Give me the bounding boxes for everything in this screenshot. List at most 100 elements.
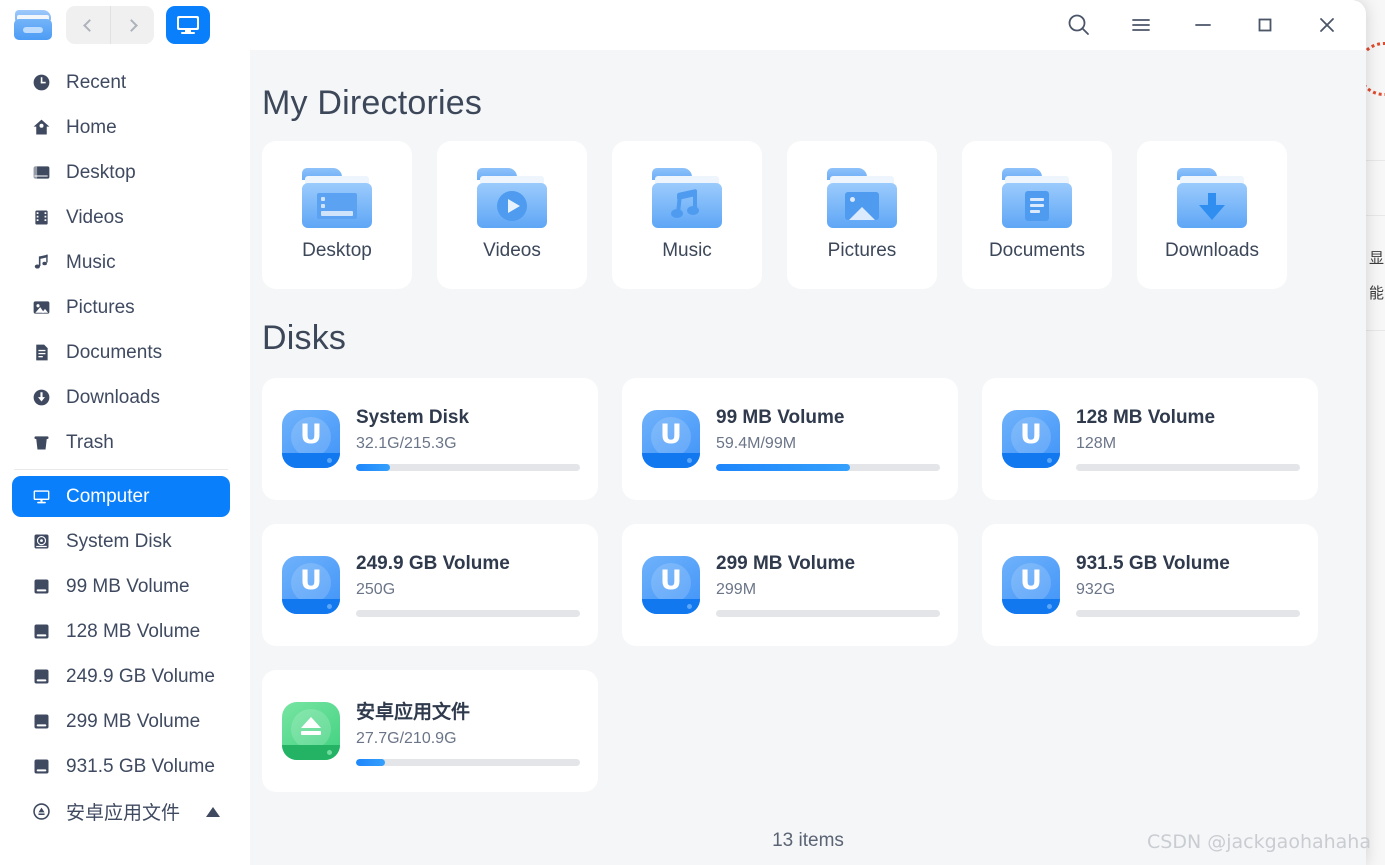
sidebar-item-label: Music [66, 251, 116, 273]
disk-size: 27.7G/210.9G [356, 729, 457, 747]
directory-card-pictures[interactable]: Pictures [787, 141, 937, 289]
navigation-buttons [66, 6, 154, 44]
disk-card[interactable]: 安卓应用文件 27.7G/210.9G [262, 670, 598, 792]
folder-app-icon [12, 8, 54, 42]
directory-card-documents[interactable]: Documents [962, 141, 1112, 289]
drive-icon [30, 756, 52, 777]
eject-icon[interactable] [206, 806, 220, 817]
play-glyph [497, 190, 527, 221]
folder-videos-icon [475, 168, 549, 230]
sidebar-item-128-mb-volume[interactable]: 128 MB Volume [12, 611, 230, 652]
breadcrumb-computer-button[interactable] [166, 6, 210, 44]
folder-desktop-icon [300, 168, 374, 230]
directories-grid: Desktop Videos Music Pictures Documents Downl… [262, 141, 1366, 289]
disk-size: 59.4M/99M [716, 435, 797, 452]
folder-documents-icon [1000, 168, 1074, 230]
disk-info: System Disk 32.1G/215.3G [356, 407, 580, 471]
disk-card[interactable]: U 128 MB Volume 128M [982, 378, 1318, 500]
sidebar-item-99-mb-volume[interactable]: 99 MB Volume [12, 566, 230, 607]
disk-usage-bar [716, 610, 940, 617]
directories-section-title: My Directories [262, 84, 483, 122]
file-manager-window: Recent Home Desktop Videos Music Pictures Docu… [0, 0, 1366, 865]
disk-info: 128 MB Volume 128M [1076, 407, 1300, 471]
disk-info: 安卓应用文件 27.7G/210.9G [356, 697, 580, 766]
back-button[interactable] [66, 6, 110, 44]
drive-icon [30, 621, 52, 642]
maximize-button[interactable] [1234, 0, 1296, 50]
titlebar [0, 0, 1366, 50]
sidebar-item-label: Computer [66, 485, 150, 507]
disk-usage-bar [1076, 464, 1300, 471]
sidebar-item-documents[interactable]: Documents [12, 332, 230, 373]
sidebar-item-downloads[interactable]: Downloads [12, 377, 230, 418]
sidebar-item-recent[interactable]: Recent [12, 62, 230, 103]
close-icon [1320, 18, 1334, 32]
disks-section-title: Disks [262, 319, 347, 357]
disk-usage-bar [716, 464, 940, 471]
forward-button[interactable] [110, 6, 154, 44]
sidebar-item-[interactable]: 安卓应用文件 [12, 791, 230, 832]
disk-card[interactable]: U 931.5 GB Volume 932G [982, 524, 1318, 646]
sidebar-item-music[interactable]: Music [12, 242, 230, 283]
disk-card[interactable]: U 249.9 GB Volume 250G [262, 524, 598, 646]
uos-disk-icon: U [282, 410, 340, 468]
disk-size: 299M [716, 581, 757, 598]
sidebar-item-931-5-gb-volume[interactable]: 931.5 GB Volume [12, 746, 230, 787]
disk-name: 299 MB Volume [716, 553, 856, 574]
uos-logo-glyph: U [1020, 564, 1042, 596]
directory-card-desktop[interactable]: Desktop [262, 141, 412, 289]
minimize-icon [1195, 24, 1211, 26]
disk-card[interactable]: U System Disk 32.1G/215.3G [262, 378, 598, 500]
directory-card-label: Downloads [1165, 240, 1259, 261]
minimize-button[interactable] [1172, 0, 1234, 50]
sidebar[interactable]: Recent Home Desktop Videos Music Pictures Docu… [0, 50, 250, 865]
document-icon [30, 342, 52, 363]
sidebar-item-desktop[interactable]: Desktop [12, 152, 230, 193]
disk-name: 99 MB Volume [716, 407, 845, 428]
disk-card[interactable]: U 299 MB Volume 299M [622, 524, 958, 646]
close-button[interactable] [1296, 0, 1358, 50]
home-icon [30, 117, 52, 138]
disk-name: 安卓应用文件 [356, 701, 471, 723]
disk-size: 250G [356, 581, 396, 598]
sidebar-item-label: Videos [66, 206, 124, 228]
uos-disk-icon: U [642, 556, 700, 614]
menu-button[interactable] [1110, 0, 1172, 50]
monitor-icon [177, 15, 199, 35]
image-glyph [845, 191, 879, 220]
sidebar-item-computer[interactable]: Computer [12, 476, 230, 517]
background-text-1: 显 [1367, 250, 1385, 265]
note-glyph [671, 188, 703, 221]
disk-name: 128 MB Volume [1076, 407, 1216, 428]
titlebar-right-group [1048, 0, 1366, 50]
directory-card-downloads[interactable]: Downloads [1137, 141, 1287, 289]
desktop-glyph [317, 192, 357, 219]
sidebar-item-label: 99 MB Volume [66, 575, 190, 597]
directory-card-music[interactable]: Music [612, 141, 762, 289]
directory-card-videos[interactable]: Videos [437, 141, 587, 289]
document-glyph [1025, 190, 1049, 221]
eject-glyph [282, 702, 340, 750]
sidebar-item-pictures[interactable]: Pictures [12, 287, 230, 328]
disk-size: 32.1G/215.3G [356, 435, 457, 452]
clock-icon [30, 72, 52, 93]
sidebar-item-label: Home [66, 116, 117, 138]
sidebar-item-trash[interactable]: Trash [12, 422, 230, 463]
folder-music-icon [650, 168, 724, 230]
download-icon [30, 387, 52, 408]
directory-card-label: Documents [988, 240, 1086, 261]
disks-grid: U System Disk 32.1G/215.3G U 99 MB Volume 59.… [262, 378, 1342, 792]
sidebar-item-system-disk[interactable]: System Disk [12, 521, 230, 562]
folder-downloads-icon [1175, 168, 1249, 230]
sidebar-item-299-mb-volume[interactable]: 299 MB Volume [12, 701, 230, 742]
disk-info: 99 MB Volume 59.4M/99M [716, 407, 940, 471]
sidebar-item-videos[interactable]: Videos [12, 197, 230, 238]
disk-usage-bar [356, 758, 580, 766]
disk-card[interactable]: U 99 MB Volume 59.4M/99M [622, 378, 958, 500]
sidebar-item-249-9-gb-volume[interactable]: 249.9 GB Volume [12, 656, 230, 697]
search-button[interactable] [1048, 0, 1110, 50]
disk-name: System Disk [356, 407, 470, 428]
sidebar-item-home[interactable]: Home [12, 107, 230, 148]
sidebar-item-label: Desktop [66, 161, 136, 183]
sidebar-item-label: System Disk [66, 530, 172, 552]
